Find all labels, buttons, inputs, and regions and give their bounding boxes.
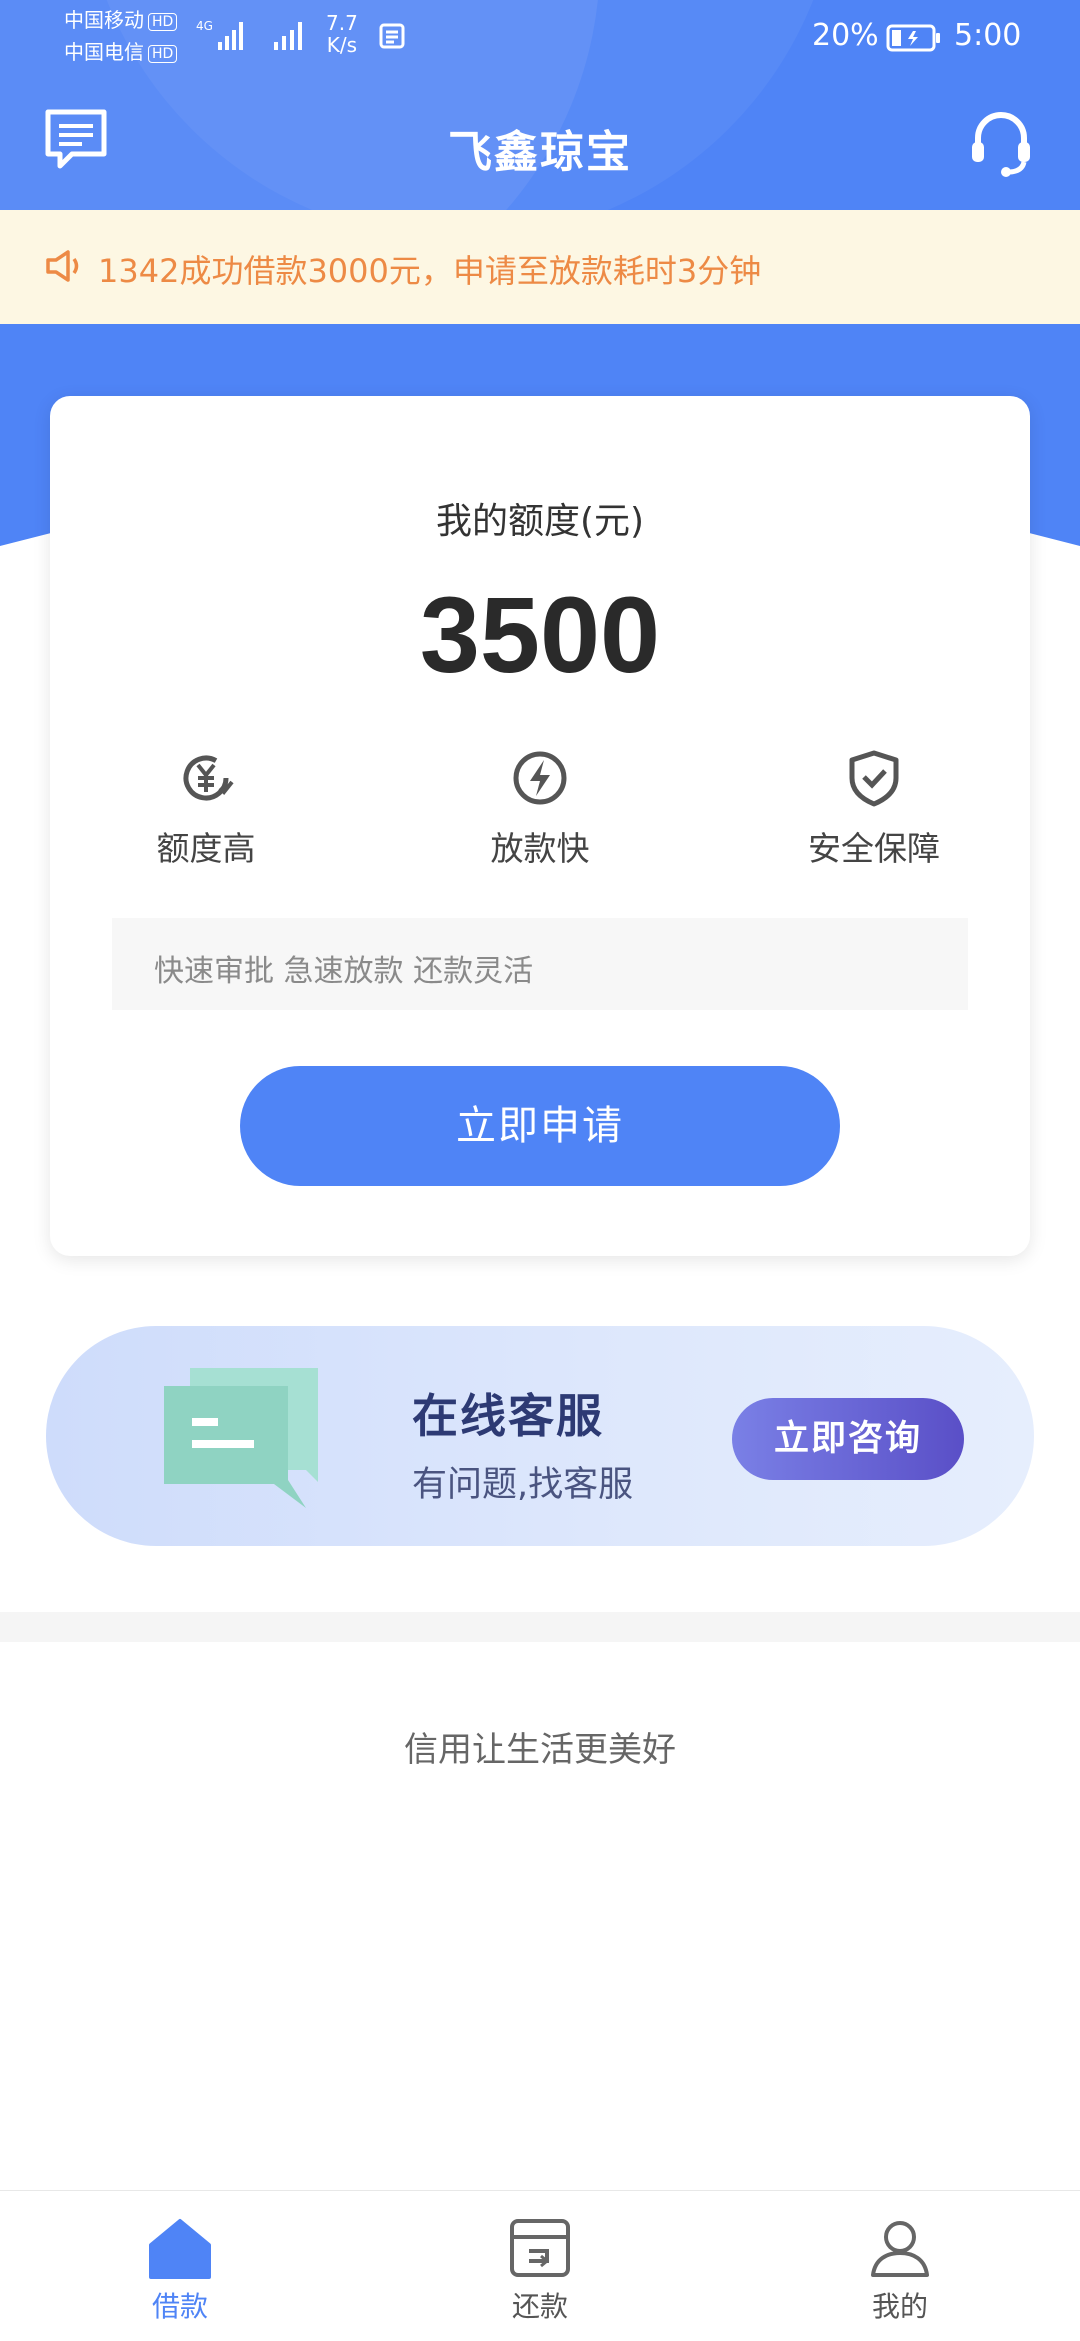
repay-icon (510, 2219, 570, 2277)
limit-label: 我的额度(元) (435, 501, 645, 542)
bottom-tab-bar: 借款 还款 我的 (0, 2190, 1080, 2341)
chat-bubbles-icon (164, 1368, 318, 1508)
home-icon (149, 2219, 211, 2279)
feature-label: 安全保障 (808, 829, 940, 868)
shield-check-icon (849, 750, 899, 807)
service-subtitle: 有问题,找客服 (412, 1465, 634, 1505)
slogan-text: 快速审批 急速放款 还款灵活 (154, 954, 534, 989)
feature-security: 安全保障 (754, 748, 994, 870)
tab-label: 我的 (871, 2290, 928, 2323)
app-header: 中国移动 HD 中国电信 HD 4G 7.7 K/s 20% 5:00 飞鑫琼宝 (0, 0, 1080, 210)
tab-label: 借款 (151, 2290, 208, 2323)
clock: 5:00 (954, 18, 1022, 53)
nav-bar: 飞鑫琼宝 (0, 96, 1080, 196)
battery-percent: 20% (812, 18, 879, 53)
service-title: 在线客服 (412, 1389, 604, 1443)
tab-borrow[interactable]: 借款 (80, 2217, 280, 2325)
footer-slogan: 信用让生活更美好 (404, 1730, 676, 1770)
yuan-icon (183, 755, 234, 801)
headset-icon[interactable] (966, 108, 1036, 178)
carrier-1-name: 中国移动 (64, 8, 144, 32)
carrier-2: 中国电信 HD (64, 40, 178, 64)
tab-mine[interactable]: 我的 (800, 2217, 1000, 2325)
consult-now-button[interactable]: 立即咨询 (732, 1398, 964, 1480)
apply-now-button[interactable]: 立即申请 (240, 1066, 840, 1186)
notice-bar: 1342成功借款3000元，申请至放款耗时3分钟 (0, 210, 1080, 324)
section-divider (0, 1612, 1080, 1642)
notice-text: 1342成功借款3000元，申请至放款耗时3分钟 (98, 252, 762, 290)
hd-badge: HD (148, 44, 178, 63)
loan-card: 我的额度(元) 3500 额度高 放款快 安全保障 快速审批 急速放款 还款灵活… (50, 396, 1030, 1256)
speaker-icon (46, 250, 79, 282)
net-speed: 7.7 K/s (326, 12, 358, 56)
tab-repay[interactable]: 还款 (440, 2217, 640, 2325)
feature-label: 额度高 (156, 829, 256, 868)
carrier-2-name: 中国电信 (64, 40, 144, 64)
tab-label: 还款 (511, 2290, 568, 2323)
feature-label: 放款快 (490, 829, 590, 868)
online-service-banner[interactable]: 在线客服 有问题,找客服 立即咨询 (46, 1326, 1034, 1546)
feature-high-limit: 额度高 (86, 748, 326, 870)
status-bar: 中国移动 HD 中国电信 HD 4G 7.7 K/s 20% 5:00 (0, 0, 1080, 72)
lightning-icon (513, 751, 567, 805)
carrier-1: 中国移动 HD (64, 8, 178, 32)
signal-icon (274, 22, 302, 50)
signal-icon: 4G (196, 19, 243, 50)
user-icon (871, 2221, 929, 2277)
battery-icon (886, 24, 940, 52)
page-title: 飞鑫琼宝 (448, 127, 632, 178)
feature-fast-loan: 放款快 (420, 748, 660, 870)
slogan-box: 快速审批 急速放款 还款灵活 (112, 918, 968, 1010)
news-notification-icon (379, 23, 405, 49)
net-speed-unit: K/s (326, 33, 358, 57)
network-type: 4G (196, 19, 213, 33)
limit-amount: 3500 (419, 574, 661, 695)
net-speed-value: 7.7 (326, 11, 358, 35)
hd-badge: HD (148, 12, 178, 31)
